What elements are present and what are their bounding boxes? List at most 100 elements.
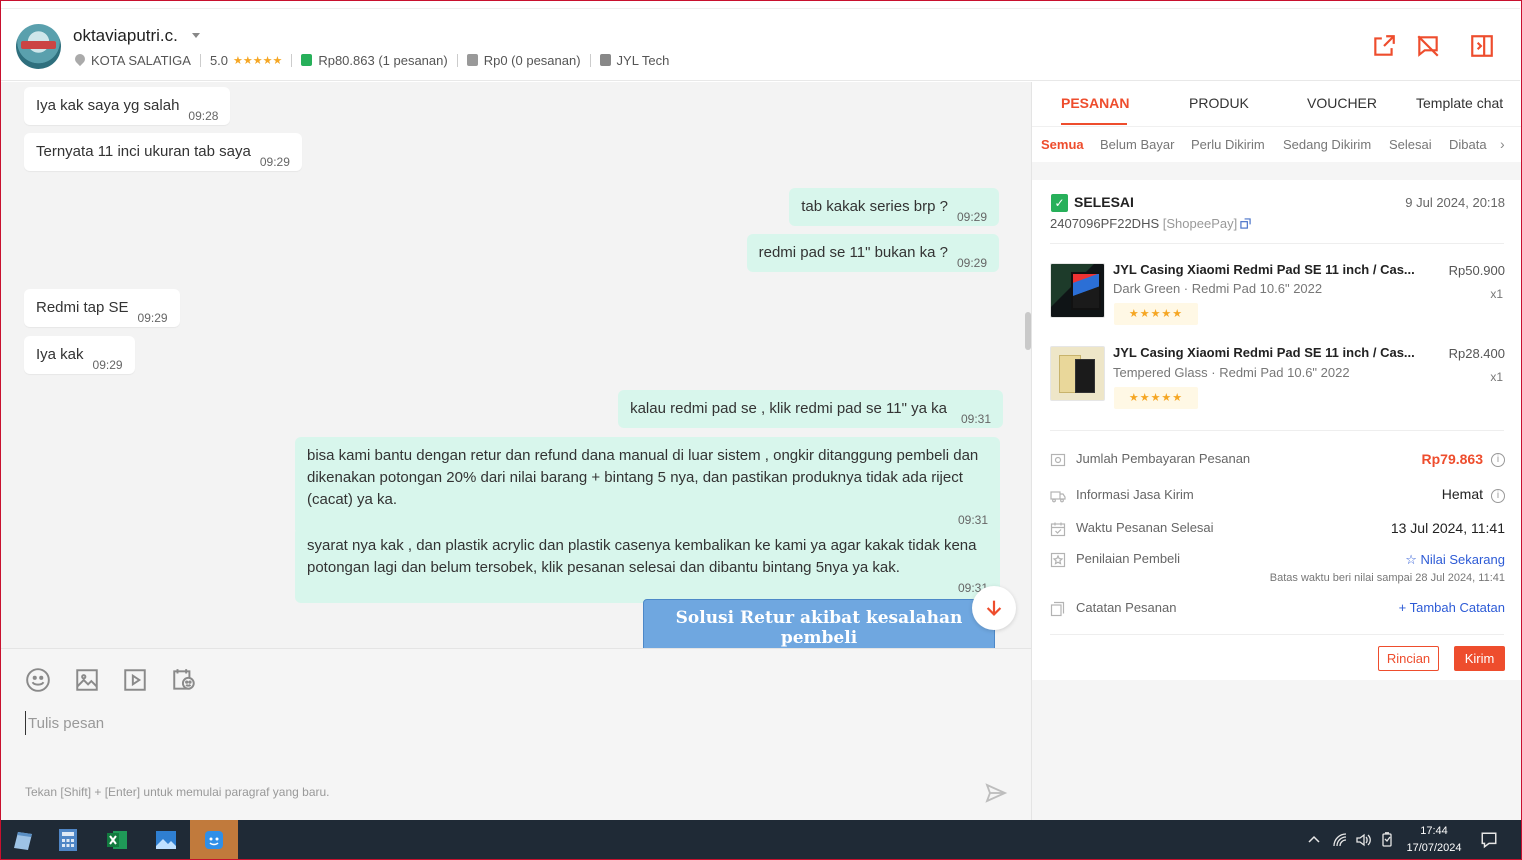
- product-thumbnail[interactable]: [1050, 263, 1105, 318]
- rate-now-link[interactable]: ☆ Nilai Sekarang: [1405, 552, 1505, 568]
- external-link-icon[interactable]: [1240, 218, 1251, 229]
- order-date: 9 Jul 2024, 20:18: [1405, 195, 1505, 210]
- tab-pesanan[interactable]: PESANAN: [1061, 95, 1129, 111]
- scroll-to-bottom-button[interactable]: [972, 586, 1016, 630]
- subtab-sedang-dikirim[interactable]: Sedang Dikirim: [1283, 137, 1371, 152]
- buyer-location: KOTA SALATIGA: [91, 52, 191, 68]
- notification-icon[interactable]: [1480, 831, 1498, 849]
- volume-icon[interactable]: [1355, 832, 1371, 848]
- chat-app-icon: [205, 831, 223, 849]
- completed-time-value: 13 Jul 2024, 11:41: [1390, 520, 1505, 536]
- info-icon[interactable]: i: [1491, 453, 1505, 467]
- block-chat-icon[interactable]: [1415, 33, 1441, 59]
- message-incoming: Iya kak saya yg salah 09:28: [24, 87, 231, 125]
- completed-orders: Rp80.863 (1 pesanan): [318, 52, 448, 68]
- system-clock[interactable]: 17:44 17/07/2024: [1398, 823, 1470, 857]
- order-card: ✓ SELESAI 9 Jul 2024, 20:18 2407096PF22D…: [1032, 180, 1521, 680]
- avatar[interactable]: [16, 24, 61, 69]
- taskbar-app-photos[interactable]: [142, 820, 190, 860]
- rating-stars-icon: ★★★★★: [233, 54, 283, 67]
- product-name[interactable]: JYL Casing Xiaomi Redmi Pad SE 11 inch /…: [1113, 262, 1433, 277]
- completed-order-icon: [301, 54, 313, 66]
- active-tab-indicator: [1061, 123, 1127, 125]
- tab-template-chat[interactable]: Template chat: [1416, 95, 1503, 111]
- message-incoming: Ternyata 11 inci ukuran tab saya 09:29: [24, 133, 302, 171]
- taskbar-app-calculator[interactable]: [44, 820, 92, 860]
- order-details-button[interactable]: Rincian: [1378, 646, 1439, 671]
- order-complete-icon: ✓: [1051, 194, 1068, 212]
- share-icon[interactable]: [1371, 33, 1397, 59]
- chevron-up-icon[interactable]: [1306, 832, 1322, 848]
- send-icon[interactable]: [983, 781, 1009, 805]
- chat-messages[interactable]: Iya kak saya yg salah 09:28 Ternyata 11 i…: [1, 82, 1031, 648]
- wifi-icon[interactable]: [1332, 832, 1348, 848]
- chevron-down-icon[interactable]: [192, 33, 200, 38]
- taskbar-app-excel[interactable]: [93, 820, 141, 860]
- order-panel: PESANAN PRODUK VOUCHER Template chat Sem…: [1031, 82, 1521, 820]
- taskbar-app-chat[interactable]: [190, 820, 238, 860]
- completed-time-label: Waktu Pesanan Selesai: [1076, 520, 1214, 535]
- info-icon[interactable]: i: [1491, 489, 1505, 503]
- cancelled-orders: Rp0 (0 pesanan): [483, 52, 581, 68]
- buyer-review-label: Penilaian Pembeli: [1076, 551, 1181, 566]
- tab-produk[interactable]: PRODUK: [1189, 95, 1249, 111]
- message-input[interactable]: [25, 711, 965, 735]
- subtab-selesai[interactable]: Selesai: [1389, 137, 1432, 152]
- subtab-dibatalkan[interactable]: Dibata: [1449, 137, 1487, 152]
- send-order-button[interactable]: Kirim: [1454, 646, 1505, 671]
- product-variant: Dark Green · Redmi Pad 10.6" 2022: [1113, 281, 1323, 296]
- calendar-icon: [1050, 522, 1066, 537]
- shop-icon: [599, 54, 611, 66]
- calculator-icon: [59, 829, 77, 851]
- video-upload-icon[interactable]: [122, 667, 148, 693]
- product-quantity: x1: [1490, 370, 1503, 384]
- subtab-perlu-dikirim[interactable]: Perlu Dikirim: [1191, 137, 1265, 152]
- product-thumbnail[interactable]: [1050, 346, 1105, 401]
- message-outgoing: syarat nya kak , dan plastik acrylic dan…: [295, 527, 1000, 603]
- panel-tabs: PESANAN PRODUK VOUCHER Template chat: [1032, 82, 1521, 126]
- buyer-meta: KOTA SALATIGA 5.0 ★★★★★ Rp80.863 (1 pesa…: [75, 51, 669, 69]
- shipping-label: Informasi Jasa Kirim: [1076, 487, 1194, 502]
- sticker-icon[interactable]: [171, 667, 197, 693]
- review-deadline: Batas waktu beri nilai sampai 28 Jul 202…: [1269, 572, 1505, 584]
- product-price: Rp28.400: [1448, 346, 1505, 361]
- arrow-down-icon: [986, 600, 1002, 616]
- composer-hint: Tekan [Shift] + [Enter] untuk memulai pa…: [25, 785, 330, 799]
- message-outgoing: tab kakak series brp ? 09:29: [789, 188, 999, 226]
- chat-header: oktaviaputri.c. KOTA SALATIGA 5.0 ★★★★★ …: [1, 8, 1520, 81]
- product-quantity: x1: [1490, 287, 1503, 301]
- clock-time: 17:44: [1420, 825, 1448, 837]
- buyer-username[interactable]: oktaviaputri.c.: [73, 26, 178, 46]
- order-status: SELESAI: [1074, 194, 1134, 210]
- message-outgoing: kalau redmi pad se , klik redmi pad se 1…: [618, 390, 1003, 428]
- image-caption: Solusi Retur akibat kesalahan pembeli: [675, 608, 963, 648]
- buyer-rating: 5.0: [209, 52, 229, 68]
- image-upload-icon[interactable]: [74, 667, 100, 693]
- payment-icon: [1050, 453, 1066, 467]
- shipping-value: Hemat: [1441, 486, 1483, 502]
- location-pin-icon: [75, 54, 85, 66]
- order-note-label: Catatan Pesanan: [1076, 600, 1177, 615]
- subtab-belum-bayar[interactable]: Belum Bayar: [1100, 137, 1174, 152]
- product-name[interactable]: JYL Casing Xiaomi Redmi Pad SE 11 inch /…: [1113, 345, 1433, 360]
- image-message[interactable]: Solusi Retur akibat kesalahan pembeli: [643, 599, 995, 648]
- subtab-semua[interactable]: Semua: [1041, 137, 1084, 152]
- message-composer: Tekan [Shift] + [Enter] untuk memulai pa…: [1, 648, 1031, 820]
- emoji-icon[interactable]: [25, 667, 51, 693]
- taskbar-app-notes[interactable]: [0, 820, 48, 860]
- order-status-filter: Semua Belum Bayar Perlu Dikirim Sedang D…: [1032, 126, 1521, 162]
- total-payment-value: Rp79.863: [1421, 451, 1483, 467]
- chevron-right-icon[interactable]: ›: [1500, 136, 1505, 152]
- toggle-panel-icon[interactable]: [1469, 33, 1495, 59]
- divider: [1050, 634, 1504, 635]
- battery-icon[interactable]: [1379, 832, 1395, 848]
- clock-date: 17/07/2024: [1406, 842, 1462, 854]
- excel-icon: [107, 831, 127, 849]
- divider: [1050, 430, 1504, 431]
- tab-voucher[interactable]: VOUCHER: [1307, 95, 1377, 111]
- note-icon: [1050, 601, 1065, 617]
- cancelled-order-icon: [466, 54, 478, 66]
- product-rating-stars: ★★★★★: [1114, 303, 1198, 325]
- shop-name: JYL Tech: [616, 52, 670, 68]
- add-note-link[interactable]: + Tambah Catatan: [1399, 600, 1505, 615]
